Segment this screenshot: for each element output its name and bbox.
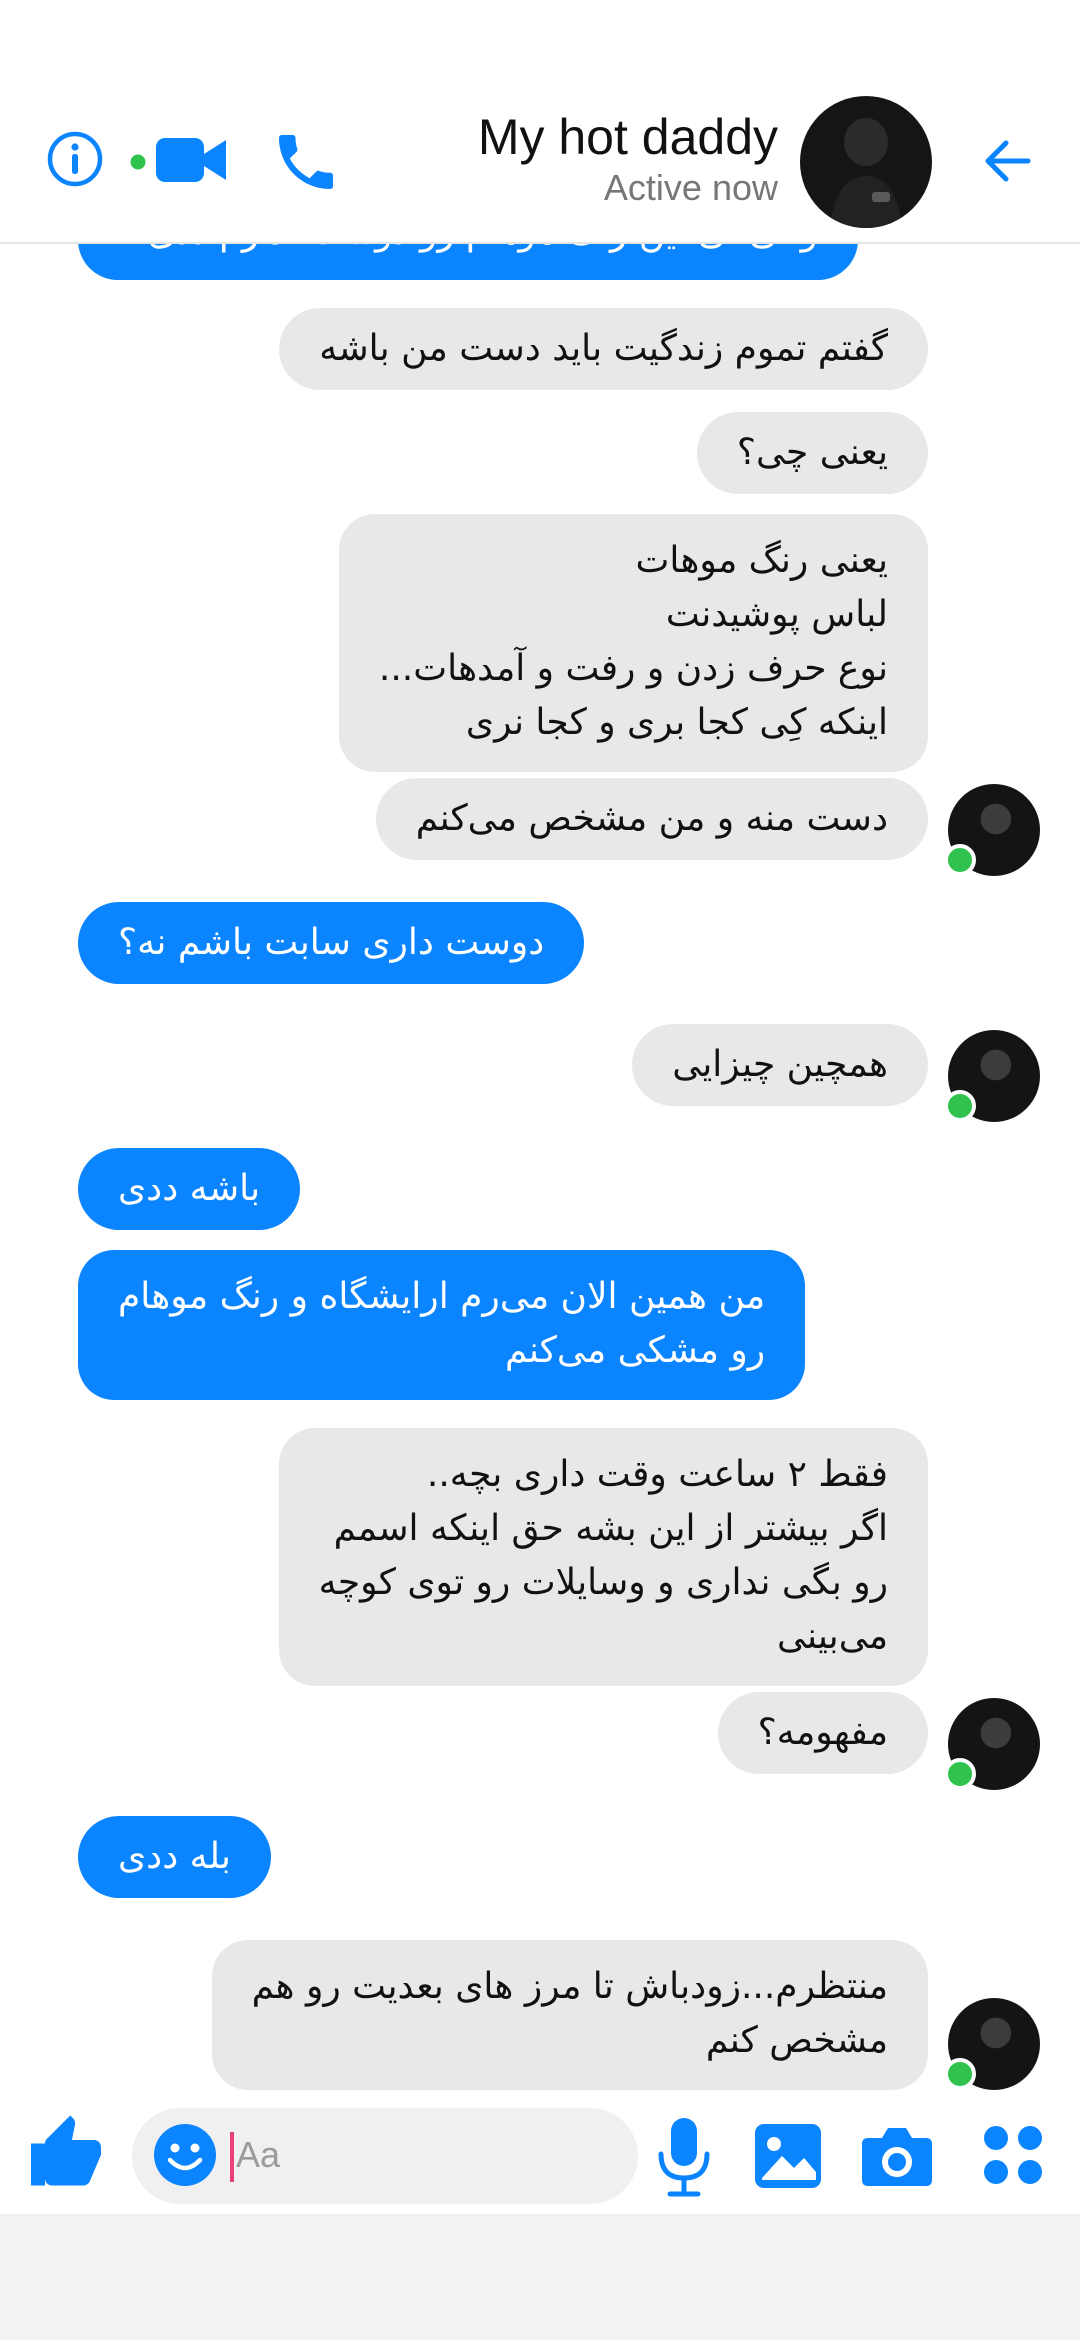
info-icon[interactable] (46, 130, 104, 188)
thumbs-up-icon[interactable] (24, 2112, 108, 2196)
message-bubble-in[interactable]: مفهومه؟ (717, 1692, 928, 1774)
text-cursor (230, 2132, 234, 2182)
message-bubble-out[interactable]: دوست داری سابت باشم نه؟ (78, 902, 585, 984)
online-indicator (944, 844, 976, 876)
message-bubble-in[interactable]: همچین چیزایی (632, 1024, 928, 1106)
online-indicator (944, 2058, 976, 2090)
message-bubble-out[interactable]: بله ددی (78, 1816, 271, 1898)
message-bubble-out[interactable]: باشه ددی (78, 1148, 301, 1230)
system-navigation-area (0, 2214, 1080, 2340)
online-indicator (944, 1090, 976, 1122)
message-thread[interactable]: و تی تی این رنگ موهام رو دوست ندارم ددی … (0, 0, 1080, 2100)
online-indicator (944, 1758, 976, 1790)
microphone-icon[interactable] (654, 2114, 714, 2200)
contact-name[interactable]: My hot daddy (478, 112, 778, 162)
messenger-screen: و تی تی این رنگ موهام رو دوست ندارم ددی … (0, 0, 1080, 2340)
more-apps-icon[interactable] (980, 2120, 1046, 2190)
back-arrow-icon[interactable] (972, 126, 1042, 196)
active-status: Active now (603, 167, 778, 208)
emoji-icon[interactable] (152, 2122, 218, 2188)
message-input-placeholder: Aa (236, 2134, 281, 2175)
message-bubble-in[interactable]: فقط ۲ ساعت وقت داری بچه.. اگر بیشتر از ا… (278, 1428, 928, 1686)
camera-icon[interactable] (860, 2116, 934, 2196)
message-bubble-in[interactable]: یعنی رنگ موهات لباس پوشیدنت نوع حرف زدن … (338, 514, 928, 772)
chat-header: My hot daddy Active now (0, 0, 1080, 244)
message-composer: Aa (0, 2100, 1080, 2214)
phone-icon[interactable] (270, 126, 342, 198)
gallery-icon[interactable] (752, 2114, 824, 2198)
message-bubble-in[interactable]: دست منه و من مشخص می‌کنم (375, 778, 928, 860)
contact-avatar[interactable] (800, 96, 932, 228)
message-bubble-in[interactable]: گفتم تموم زندگیت باید دست من باشه (279, 308, 928, 390)
video-call-button[interactable] (124, 128, 236, 190)
message-bubble-in[interactable]: یعنی چی؟ (696, 412, 928, 494)
message-bubble-out[interactable]: من همین الان می‌رم ارایشگاه و رنگ موهام … (78, 1250, 806, 1400)
message-bubble-in[interactable]: منتظرم...زودباش تا مرز های بعدیت رو هم م… (211, 1940, 928, 2090)
